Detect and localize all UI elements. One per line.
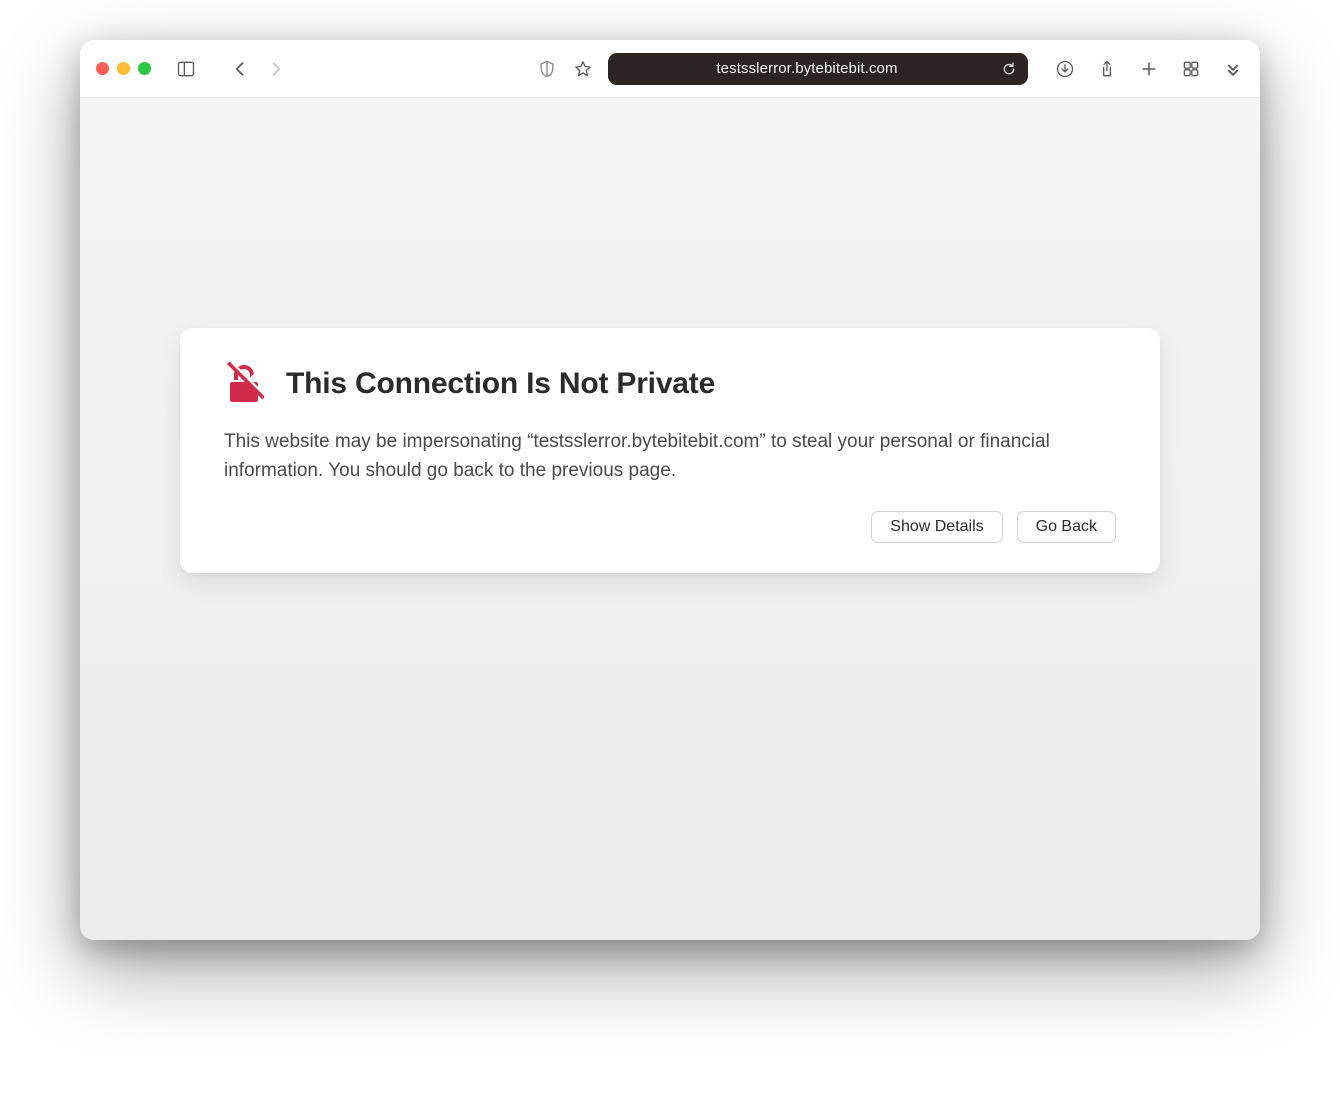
- privacy-shield-icon[interactable]: [536, 58, 558, 80]
- ssl-error-actions: Show Details Go Back: [224, 511, 1116, 543]
- minimize-window-button[interactable]: [117, 62, 130, 75]
- sidebar-toggle-icon[interactable]: [175, 58, 197, 80]
- overflow-menu-icon[interactable]: [1222, 58, 1244, 80]
- reload-icon[interactable]: [1000, 60, 1018, 78]
- ssl-error-body: This website may be impersonating “tests…: [224, 428, 1116, 485]
- maximize-window-button[interactable]: [138, 62, 151, 75]
- go-back-button[interactable]: Go Back: [1017, 511, 1116, 543]
- address-bar[interactable]: testsslerror.bytebitebit.com: [608, 53, 1028, 85]
- tab-overview-icon[interactable]: [1180, 58, 1202, 80]
- ssl-error-title: This Connection Is Not Private: [286, 367, 715, 401]
- ssl-error-panel: This Connection Is Not Private This webs…: [180, 328, 1160, 573]
- page-content: This Connection Is Not Private This webs…: [80, 98, 1260, 940]
- show-details-button[interactable]: Show Details: [871, 511, 1002, 543]
- address-bar-text: testsslerror.bytebitebit.com: [716, 60, 897, 77]
- ssl-error-header: This Connection Is Not Private: [224, 362, 1116, 406]
- browser-window: testsslerror.bytebitebit.com: [80, 40, 1260, 940]
- insecure-lock-icon: [224, 362, 264, 406]
- forward-button-icon[interactable]: [265, 58, 287, 80]
- bookmark-star-icon[interactable]: [572, 58, 594, 80]
- window-controls: [96, 62, 151, 75]
- browser-toolbar: testsslerror.bytebitebit.com: [80, 40, 1260, 98]
- toolbar-right-group: [1054, 58, 1244, 80]
- new-tab-icon[interactable]: [1138, 58, 1160, 80]
- share-icon[interactable]: [1096, 58, 1118, 80]
- downloads-icon[interactable]: [1054, 58, 1076, 80]
- back-button-icon[interactable]: [229, 58, 251, 80]
- close-window-button[interactable]: [96, 62, 109, 75]
